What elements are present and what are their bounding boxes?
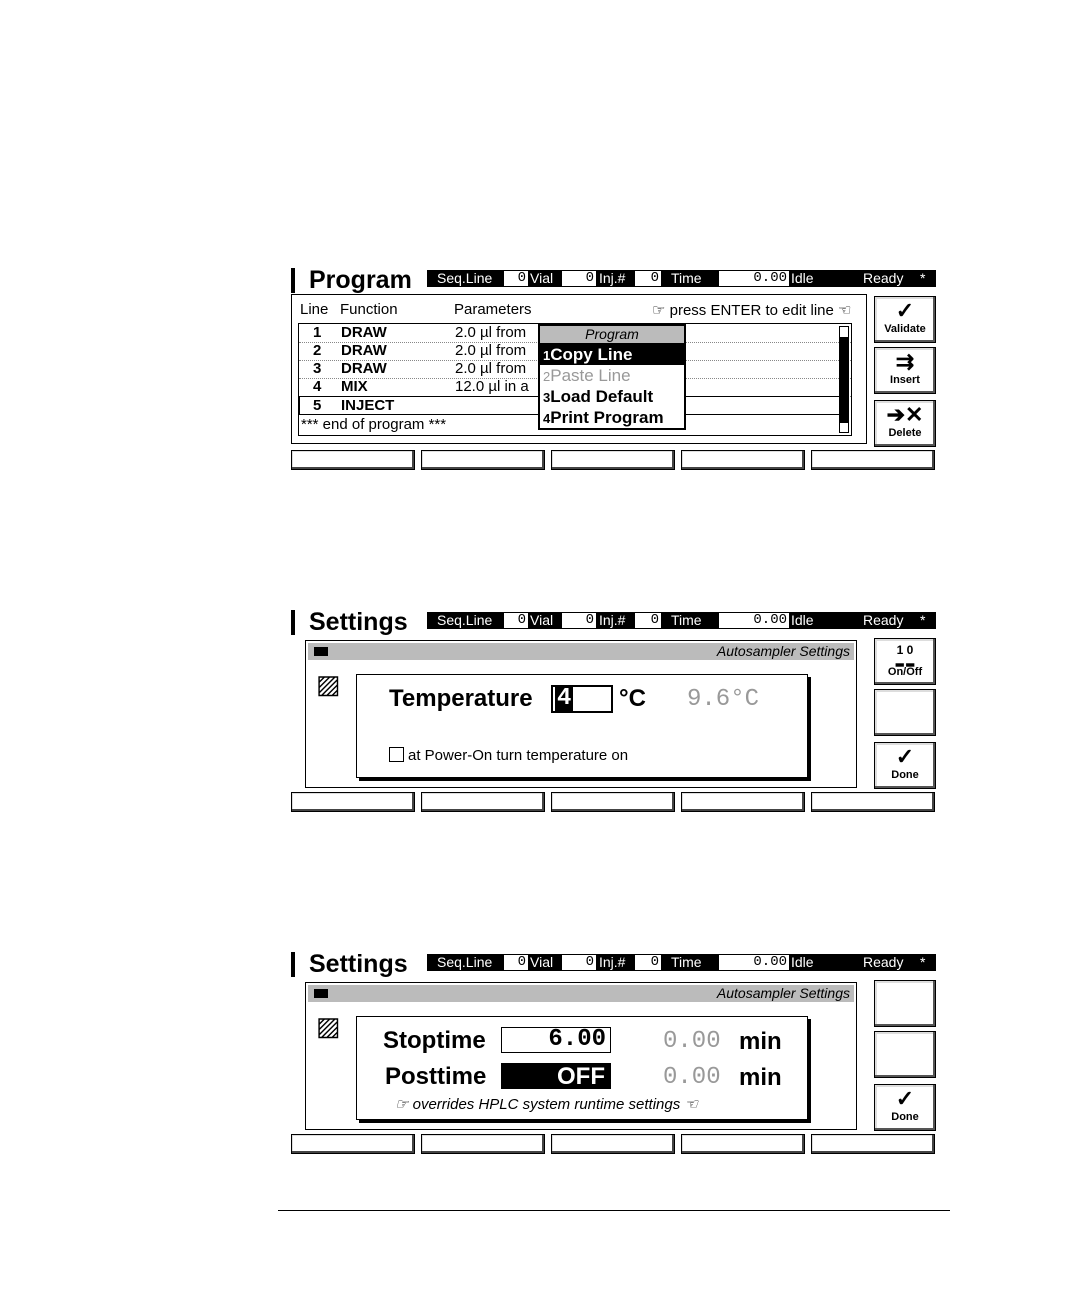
vial-value: 0 bbox=[562, 271, 596, 286]
run-state: Idle bbox=[791, 270, 814, 286]
stoptime-label: Stoptime bbox=[383, 1027, 486, 1054]
function-key-3[interactable] bbox=[551, 1134, 675, 1154]
time-settings-screen: Seq.Line 0 Vial 0 Inj.# 0 Time 0.00 Idle… bbox=[291, 952, 936, 1158]
page-title: Settings bbox=[291, 610, 418, 635]
page-footer-rule bbox=[278, 1210, 950, 1211]
menu-item-paste-line[interactable]: 2Paste Line bbox=[540, 365, 684, 386]
validate-button[interactable]: ✓ Validate bbox=[874, 296, 936, 343]
done-button[interactable]: ✓ Done bbox=[874, 1084, 936, 1131]
popup-title: Program bbox=[540, 326, 684, 344]
inj-value: 0 bbox=[635, 271, 661, 286]
onoff-button[interactable]: 1 0 ▂ ▂ On/Off bbox=[874, 638, 936, 685]
function-key-1[interactable] bbox=[291, 792, 415, 812]
seq-line-value: 0 bbox=[504, 271, 528, 286]
posttime-unit: min bbox=[739, 1064, 782, 1091]
edit-line-hint: ☞ press ENTER to edit line ☜ bbox=[652, 302, 852, 319]
blank-side-button-2[interactable] bbox=[874, 1031, 936, 1078]
time-value: 0.00 bbox=[719, 271, 789, 286]
tray-icon: ▨ bbox=[316, 669, 341, 699]
program-popup-menu: Program 1Copy Line 2Paste Line 3Load Def… bbox=[538, 324, 686, 430]
menu-item-load-default[interactable]: 3Load Default bbox=[540, 386, 684, 407]
power-on-checkbox[interactable] bbox=[389, 747, 404, 762]
page-title: Settings bbox=[291, 952, 418, 977]
onoff-icon: ▂ ▂ bbox=[895, 656, 915, 667]
function-key-bar bbox=[291, 792, 936, 812]
temperature-input[interactable]: 4 bbox=[551, 685, 613, 713]
dialog-title-bar: Autosampler Settings bbox=[308, 985, 854, 1002]
tray-icon: ▨ bbox=[316, 1011, 341, 1041]
function-key-5[interactable] bbox=[811, 450, 935, 470]
checkmark-icon: ✓ bbox=[895, 744, 915, 769]
function-key-bar bbox=[291, 450, 936, 470]
function-key-5[interactable] bbox=[811, 792, 935, 812]
posttime-label: Posttime bbox=[385, 1063, 487, 1090]
ready-status: Ready bbox=[863, 270, 904, 286]
window-menu-icon[interactable] bbox=[314, 647, 328, 656]
col-line-header: Line bbox=[300, 301, 329, 318]
col-function-header: Function bbox=[340, 301, 398, 318]
temperature-dialog: Temperature 4 °C 9.6°C at Power-On turn … bbox=[356, 674, 808, 778]
function-key-2[interactable] bbox=[421, 450, 545, 470]
function-key-3[interactable] bbox=[551, 792, 675, 812]
page-title: Program bbox=[291, 268, 422, 293]
function-key-4[interactable] bbox=[681, 1134, 805, 1154]
temperature-unit: °C bbox=[619, 685, 646, 712]
posttime-input[interactable]: OFF bbox=[501, 1063, 611, 1089]
function-key-5[interactable] bbox=[811, 1134, 935, 1154]
status-bar: Seq.Line 0 Vial 0 Inj.# 0 Time 0.00 Idle… bbox=[427, 270, 936, 287]
checkmark-icon: ✓ bbox=[895, 1086, 915, 1111]
status-header: Seq.Line 0 Vial 0 Inj.# 0 Time 0.00 Idle… bbox=[291, 268, 936, 293]
done-button[interactable]: ✓ Done bbox=[874, 742, 936, 789]
status-bar: Seq.Line 0 Vial 0 Inj.# 0 Time 0.00 Idle… bbox=[427, 612, 936, 629]
program-table-panel: Line Function Parameters ☞ press ENTER t… bbox=[291, 294, 867, 444]
insert-icon: ⇉ bbox=[895, 349, 915, 374]
temperature-actual: 9.6°C bbox=[687, 686, 760, 713]
insert-button[interactable]: ⇉ Insert bbox=[874, 347, 936, 394]
delete-icon: ➔✕ bbox=[886, 402, 924, 427]
function-key-3[interactable] bbox=[551, 450, 675, 470]
col-parameters-header: Parameters bbox=[454, 301, 532, 318]
delete-button[interactable]: ➔✕ Delete bbox=[874, 400, 936, 447]
time-dialog: Stoptime 6.00 0.00 min Posttime OFF 0.00… bbox=[356, 1016, 808, 1120]
window-menu-icon[interactable] bbox=[314, 989, 328, 998]
stoptime-unit: min bbox=[739, 1028, 782, 1055]
checkmark-icon: ✓ bbox=[895, 298, 915, 323]
function-key-2[interactable] bbox=[421, 1134, 545, 1154]
menu-item-copy-line[interactable]: 1Copy Line bbox=[540, 344, 684, 365]
temperature-label: Temperature bbox=[389, 685, 533, 712]
function-key-1[interactable] bbox=[291, 1134, 415, 1154]
stoptime-actual: 0.00 bbox=[663, 1028, 721, 1055]
function-key-4[interactable] bbox=[681, 450, 805, 470]
dialog-title-bar: Autosampler Settings bbox=[308, 643, 854, 660]
menu-item-print-program[interactable]: 4Print Program bbox=[540, 407, 684, 428]
status-bar: Seq.Line 0 Vial 0 Inj.# 0 Time 0.00 Idle… bbox=[427, 954, 936, 971]
blank-side-button-1[interactable] bbox=[874, 980, 936, 1027]
posttime-actual: 0.00 bbox=[663, 1064, 721, 1091]
temperature-settings-screen: Seq.Line 0 Vial 0 Inj.# 0 Time 0.00 Idle… bbox=[291, 610, 936, 816]
status-header: Seq.Line 0 Vial 0 Inj.# 0 Time 0.00 Idle… bbox=[291, 952, 936, 977]
power-on-checkbox-row[interactable]: at Power-On turn temperature on bbox=[389, 747, 628, 764]
scrollbar[interactable] bbox=[839, 326, 849, 433]
status-header: Seq.Line 0 Vial 0 Inj.# 0 Time 0.00 Idle… bbox=[291, 610, 936, 635]
function-key-4[interactable] bbox=[681, 792, 805, 812]
function-key-1[interactable] bbox=[291, 450, 415, 470]
function-key-2[interactable] bbox=[421, 792, 545, 812]
override-note: ☞ overrides HPLC system runtime settings… bbox=[395, 1096, 698, 1113]
function-key-bar bbox=[291, 1134, 936, 1154]
program-screen: Seq.Line 0 Vial 0 Inj.# 0 Time 0.00 Idle… bbox=[291, 268, 936, 474]
blank-side-button[interactable] bbox=[874, 689, 936, 736]
stoptime-input[interactable]: 6.00 bbox=[501, 1027, 611, 1053]
